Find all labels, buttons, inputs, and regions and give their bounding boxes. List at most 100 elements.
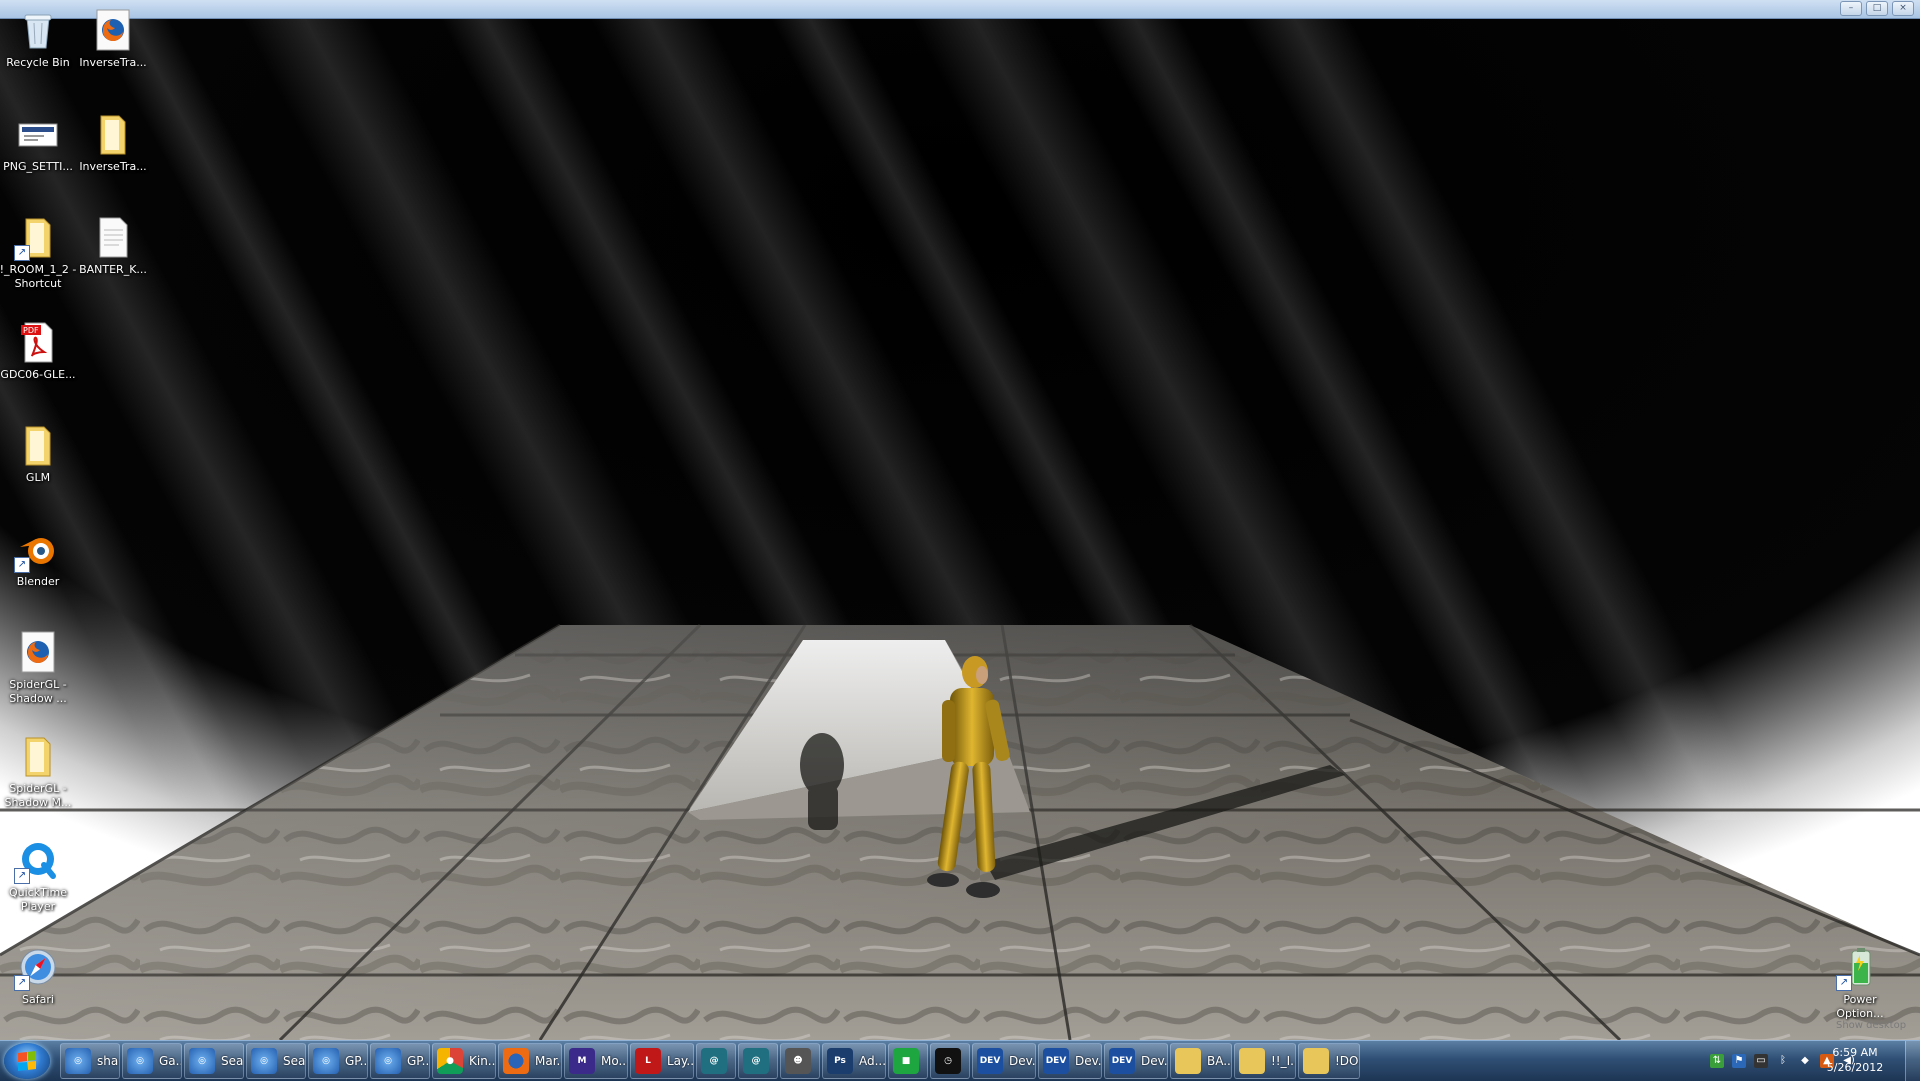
chrome-icon: ● [437, 1048, 463, 1074]
desktop-icon-banter[interactable]: BANTER_K... [74, 215, 152, 277]
desktop-icon-label: SpiderGL - Shadow ... [9, 678, 67, 705]
desktop-icon-label: Safari [22, 993, 54, 1006]
firefox-icon [503, 1048, 529, 1074]
taskbar-button[interactable]: @ [696, 1043, 736, 1079]
desktop-icon-inversetra-html[interactable]: InverseTra... [74, 8, 152, 70]
svg-text:PDF: PDF [23, 326, 39, 335]
desktop-icon-label: QuickTime Player [8, 886, 68, 913]
taskbar-button-label: Dev... [1141, 1054, 1168, 1068]
folder-icon [16, 423, 60, 467]
desktop-icon-recycle-bin[interactable]: Recycle Bin [0, 8, 77, 70]
taskbar-button-label: Mar... [535, 1054, 561, 1068]
taskbar-button[interactable]: BA... [1170, 1043, 1232, 1079]
quicktime-icon: ↗ [14, 838, 60, 884]
desktop-icon-spidergl-folder[interactable]: SpiderGL - Shadow M... [0, 734, 77, 810]
safari-icon: ◎ [127, 1048, 153, 1074]
desktop-icon-power-options[interactable]: ↗ Power Option... [1821, 945, 1899, 1021]
flag-icon[interactable]: ⚑ [1732, 1054, 1746, 1068]
shortcut-arrow-icon: ↗ [1836, 975, 1852, 991]
taskbar-button-label: Dev... [1009, 1054, 1036, 1068]
desktop-icon-label: InverseTra... [79, 160, 147, 173]
desktop-icon-label: Blender [16, 575, 60, 588]
safari-icon: ◎ [375, 1048, 401, 1074]
shortcut-arrow-icon: ↗ [14, 557, 30, 573]
desktop-icon-png-settings[interactable]: PNG_SETTI... [0, 112, 77, 174]
maximize-button[interactable]: □ [1866, 1, 1888, 16]
shortcut-arrow-icon: ↗ [14, 975, 30, 991]
clock[interactable]: 6:59 AM 5/26/2012 [1810, 1045, 1900, 1075]
pdf-icon: PDF [16, 320, 60, 364]
taskbar-button[interactable]: DEV Dev... [1104, 1043, 1168, 1079]
desktop-icon-label: Recycle Bin [6, 56, 70, 69]
folder-icon [1303, 1048, 1329, 1074]
desktop-icon-spidergl-page[interactable]: SpiderGL - Shadow ... [0, 630, 77, 706]
taskbar-button[interactable]: ◷ [930, 1043, 970, 1079]
taskbar-button[interactable]: ◎ Sea... [246, 1043, 306, 1079]
desktop-icon-quicktime[interactable]: ↗ QuickTime Player [0, 838, 77, 914]
green-app-icon: ■ [893, 1048, 919, 1074]
taskbar-button-label: Sea... [283, 1054, 306, 1068]
safari-icon: ◎ [313, 1048, 339, 1074]
desktop-icon-glm[interactable]: GLM [0, 423, 77, 485]
show-desktop-button[interactable] [1905, 1041, 1920, 1081]
safari-icon: ◎ [251, 1048, 277, 1074]
taskbar-button[interactable]: ◎ GP... [370, 1043, 430, 1079]
taskbar: ◎sha...◎Ga...◎Sea...◎Sea...◎GP...◎GP...●… [0, 1040, 1920, 1081]
folder-icon [91, 112, 135, 156]
desktop-icon-label: GLM [25, 471, 51, 484]
blender-icon: ↗ [14, 527, 60, 573]
app-titlebar[interactable]: – □ × [0, 0, 1920, 19]
app-spiral-icon: @ [743, 1048, 769, 1074]
display-icon[interactable]: ▭ [1754, 1054, 1768, 1068]
taskbar-button[interactable]: @ [738, 1043, 778, 1079]
gimp-icon: ☻ [785, 1048, 811, 1074]
desktop-icon-blender[interactable]: ↗ Blender [0, 527, 77, 589]
taskbar-button[interactable]: ● Kin... [432, 1043, 496, 1079]
taskbar-button[interactable]: Mar... [498, 1043, 562, 1079]
desktop-icon-label: SpiderGL - Shadow M... [4, 782, 72, 809]
taskbar-items: ◎sha...◎Ga...◎Sea...◎Sea...◎GP...◎GP...●… [60, 1043, 1362, 1079]
desktop-icon-safari[interactable]: ↗ Safari [0, 945, 77, 1007]
taskbar-button-label: BA... [1207, 1054, 1232, 1068]
taskbar-button-label: Ga... [159, 1054, 181, 1068]
desktop-icon-inversetra-folder[interactable]: InverseTra... [74, 112, 152, 174]
folder-icon [1175, 1048, 1201, 1074]
desktop-icon-gdc06-pdf[interactable]: PDF GDC06-GLE... [0, 320, 77, 382]
minimize-button[interactable]: – [1840, 1, 1862, 16]
taskbar-button[interactable]: ◎ sha... [60, 1043, 120, 1079]
clock-app-icon: ◷ [935, 1048, 961, 1074]
taskbar-button[interactable]: M Mo... [564, 1043, 628, 1079]
taskbar-button-label: Dev... [1075, 1054, 1102, 1068]
desktop-icon-room-shortcut[interactable]: ↗ !_ROOM_1_2 - Shortcut [0, 215, 77, 291]
bluetooth-icon[interactable]: ᛒ [1776, 1054, 1790, 1068]
desktop-icon-label: Power Option... [1836, 993, 1884, 1020]
taskbar-button[interactable]: ☻ [780, 1043, 820, 1079]
taskbar-button[interactable]: Ps Ad... [822, 1043, 886, 1079]
close-button[interactable]: × [1892, 1, 1914, 16]
clock-time: 6:59 AM [1832, 1046, 1878, 1059]
taskbar-button[interactable]: !!_I... [1234, 1043, 1296, 1079]
taskbar-button[interactable]: ◎ Ga... [122, 1043, 182, 1079]
taskbar-button[interactable]: DEV Dev... [1038, 1043, 1102, 1079]
taskbar-button[interactable]: !DO... [1298, 1043, 1360, 1079]
folder-icon [1239, 1048, 1265, 1074]
taskbar-button-label: !!_I... [1271, 1054, 1295, 1068]
taskbar-button[interactable]: ■ [888, 1043, 928, 1079]
taskbar-button[interactable]: ◎ Sea... [184, 1043, 244, 1079]
taskbar-button[interactable]: DEV Dev... [972, 1043, 1036, 1079]
desktop-icon-label: !_ROOM_1_2 - Shortcut [0, 263, 77, 290]
taskbar-button-label: sha... [97, 1054, 119, 1068]
text-document-icon [91, 215, 135, 259]
shortcut-arrow-icon: ↗ [14, 868, 30, 884]
taskbar-button-label: Kin... [469, 1054, 496, 1068]
dev-icon: DEV [977, 1048, 1003, 1074]
3d-viewport[interactable] [0, 0, 1920, 1040]
taskbar-button[interactable]: L Lay... [630, 1043, 694, 1079]
taskbar-button[interactable]: ◎ GP... [308, 1043, 368, 1079]
folder-icon [16, 734, 60, 778]
recycle-bin-icon [16, 8, 60, 52]
scene-render [0, 0, 1920, 1040]
network-icon[interactable]: ⇅ [1710, 1054, 1724, 1068]
start-button[interactable] [4, 1043, 50, 1079]
dev-icon: DEV [1109, 1048, 1135, 1074]
